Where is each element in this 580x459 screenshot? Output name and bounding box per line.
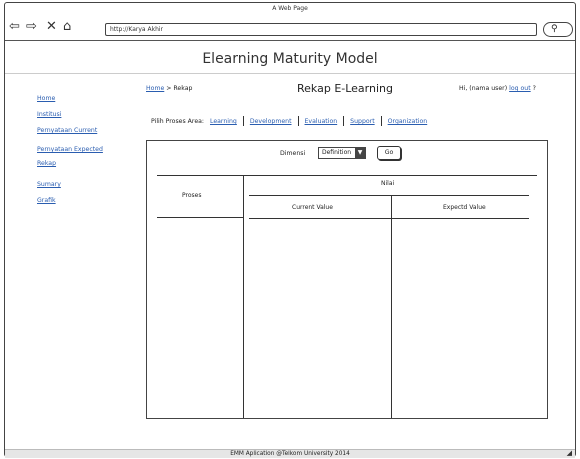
page-footer: EMM Aplication @Telkom University 2014 ◢	[5, 449, 575, 458]
close-icon[interactable]: ✕	[46, 19, 57, 35]
column-header-proses: Proses	[182, 192, 202, 199]
search-icon: ⚲	[551, 24, 558, 34]
go-button[interactable]: Go	[377, 146, 401, 160]
table-top-border	[157, 175, 537, 177]
footer-text: EMM Aplication @Telkom University 2014	[230, 451, 350, 457]
address-text: http://Karya Akhir	[110, 26, 164, 33]
address-bar[interactable]: http://Karya Akhir	[105, 23, 537, 36]
sidebar-item-rekap[interactable]: Rekap	[37, 160, 56, 167]
table-column-divider	[391, 196, 393, 418]
breadcrumb-separator: >	[166, 85, 172, 92]
area-separator	[297, 116, 299, 126]
process-area-selector: Pilih Proses Area: Learning Development Ev…	[151, 116, 431, 126]
user-menu: Hi, (nama user) log out ?	[459, 85, 536, 92]
area-separator	[242, 116, 244, 126]
home-icon[interactable]: ⌂	[63, 19, 71, 35]
area-link-evaluation[interactable]: Evaluation	[301, 118, 342, 125]
resize-grip-icon[interactable]: ◢	[567, 449, 572, 457]
area-link-support[interactable]: Support	[346, 118, 378, 125]
sidebar-item-sumary[interactable]: Sumary	[37, 181, 61, 188]
sidebar-item-institusi[interactable]: Institusi	[37, 111, 61, 118]
browser-toolbar: ⇦ ⇨ ✕ ⌂ http://Karya Akhir ⚲	[5, 15, 575, 41]
recap-panel	[146, 140, 548, 419]
dimension-selected-value: Definition	[322, 149, 352, 156]
app-title: Elearning Maturity Model	[202, 51, 378, 67]
area-link-organization[interactable]: Organization	[384, 118, 432, 125]
forward-arrow-icon[interactable]: ⇨	[26, 19, 37, 35]
window-title: A Web Page	[272, 5, 308, 12]
user-greeting: Hi, (nama user)	[459, 85, 508, 92]
sidebar-item-home[interactable]: Home	[37, 95, 55, 102]
column-header-expected-value: Expectd Value	[443, 204, 486, 211]
breadcrumb-current: Rekap	[173, 85, 193, 92]
search-button[interactable]: ⚲	[543, 22, 573, 37]
table-subheader-divider	[249, 195, 529, 197]
area-separator	[343, 116, 345, 126]
sidebar-item-grafik[interactable]: Grafik	[37, 197, 56, 204]
sidebar-item-pernyataan-current[interactable]: Pernyataan Current	[37, 127, 97, 134]
table-header-bottom	[157, 217, 243, 219]
area-link-development[interactable]: Development	[246, 118, 296, 125]
table-column-divider	[243, 175, 245, 418]
column-header-nilai: Nilai	[381, 180, 395, 187]
chevron-down-icon[interactable]: ▼	[355, 148, 365, 158]
dimension-label: Dimensi	[280, 150, 306, 157]
title-divider	[5, 73, 575, 74]
browser-window: A Web Page ⇦ ⇨ ✕ ⌂ http://Karya Akhir ⚲ …	[4, 2, 576, 458]
area-link-learning[interactable]: Learning	[206, 118, 241, 125]
back-arrow-icon[interactable]: ⇦	[9, 19, 20, 35]
dimension-select[interactable]: Definition ▼	[318, 147, 366, 159]
breadcrumb-home-link[interactable]: Home	[146, 85, 164, 92]
area-separator	[380, 116, 382, 126]
logout-link[interactable]: log out	[509, 85, 531, 92]
help-link[interactable]: ?	[533, 85, 536, 92]
process-area-label: Pilih Proses Area:	[151, 118, 205, 125]
page-title: Rekap E-Learning	[297, 82, 393, 95]
column-header-current-value: Current Value	[292, 204, 333, 211]
breadcrumb: Home > Rekap	[146, 85, 192, 92]
table-header-bottom	[249, 218, 529, 220]
sidebar-item-pernyataan-expected[interactable]: Pernyataan Expected	[37, 146, 103, 153]
